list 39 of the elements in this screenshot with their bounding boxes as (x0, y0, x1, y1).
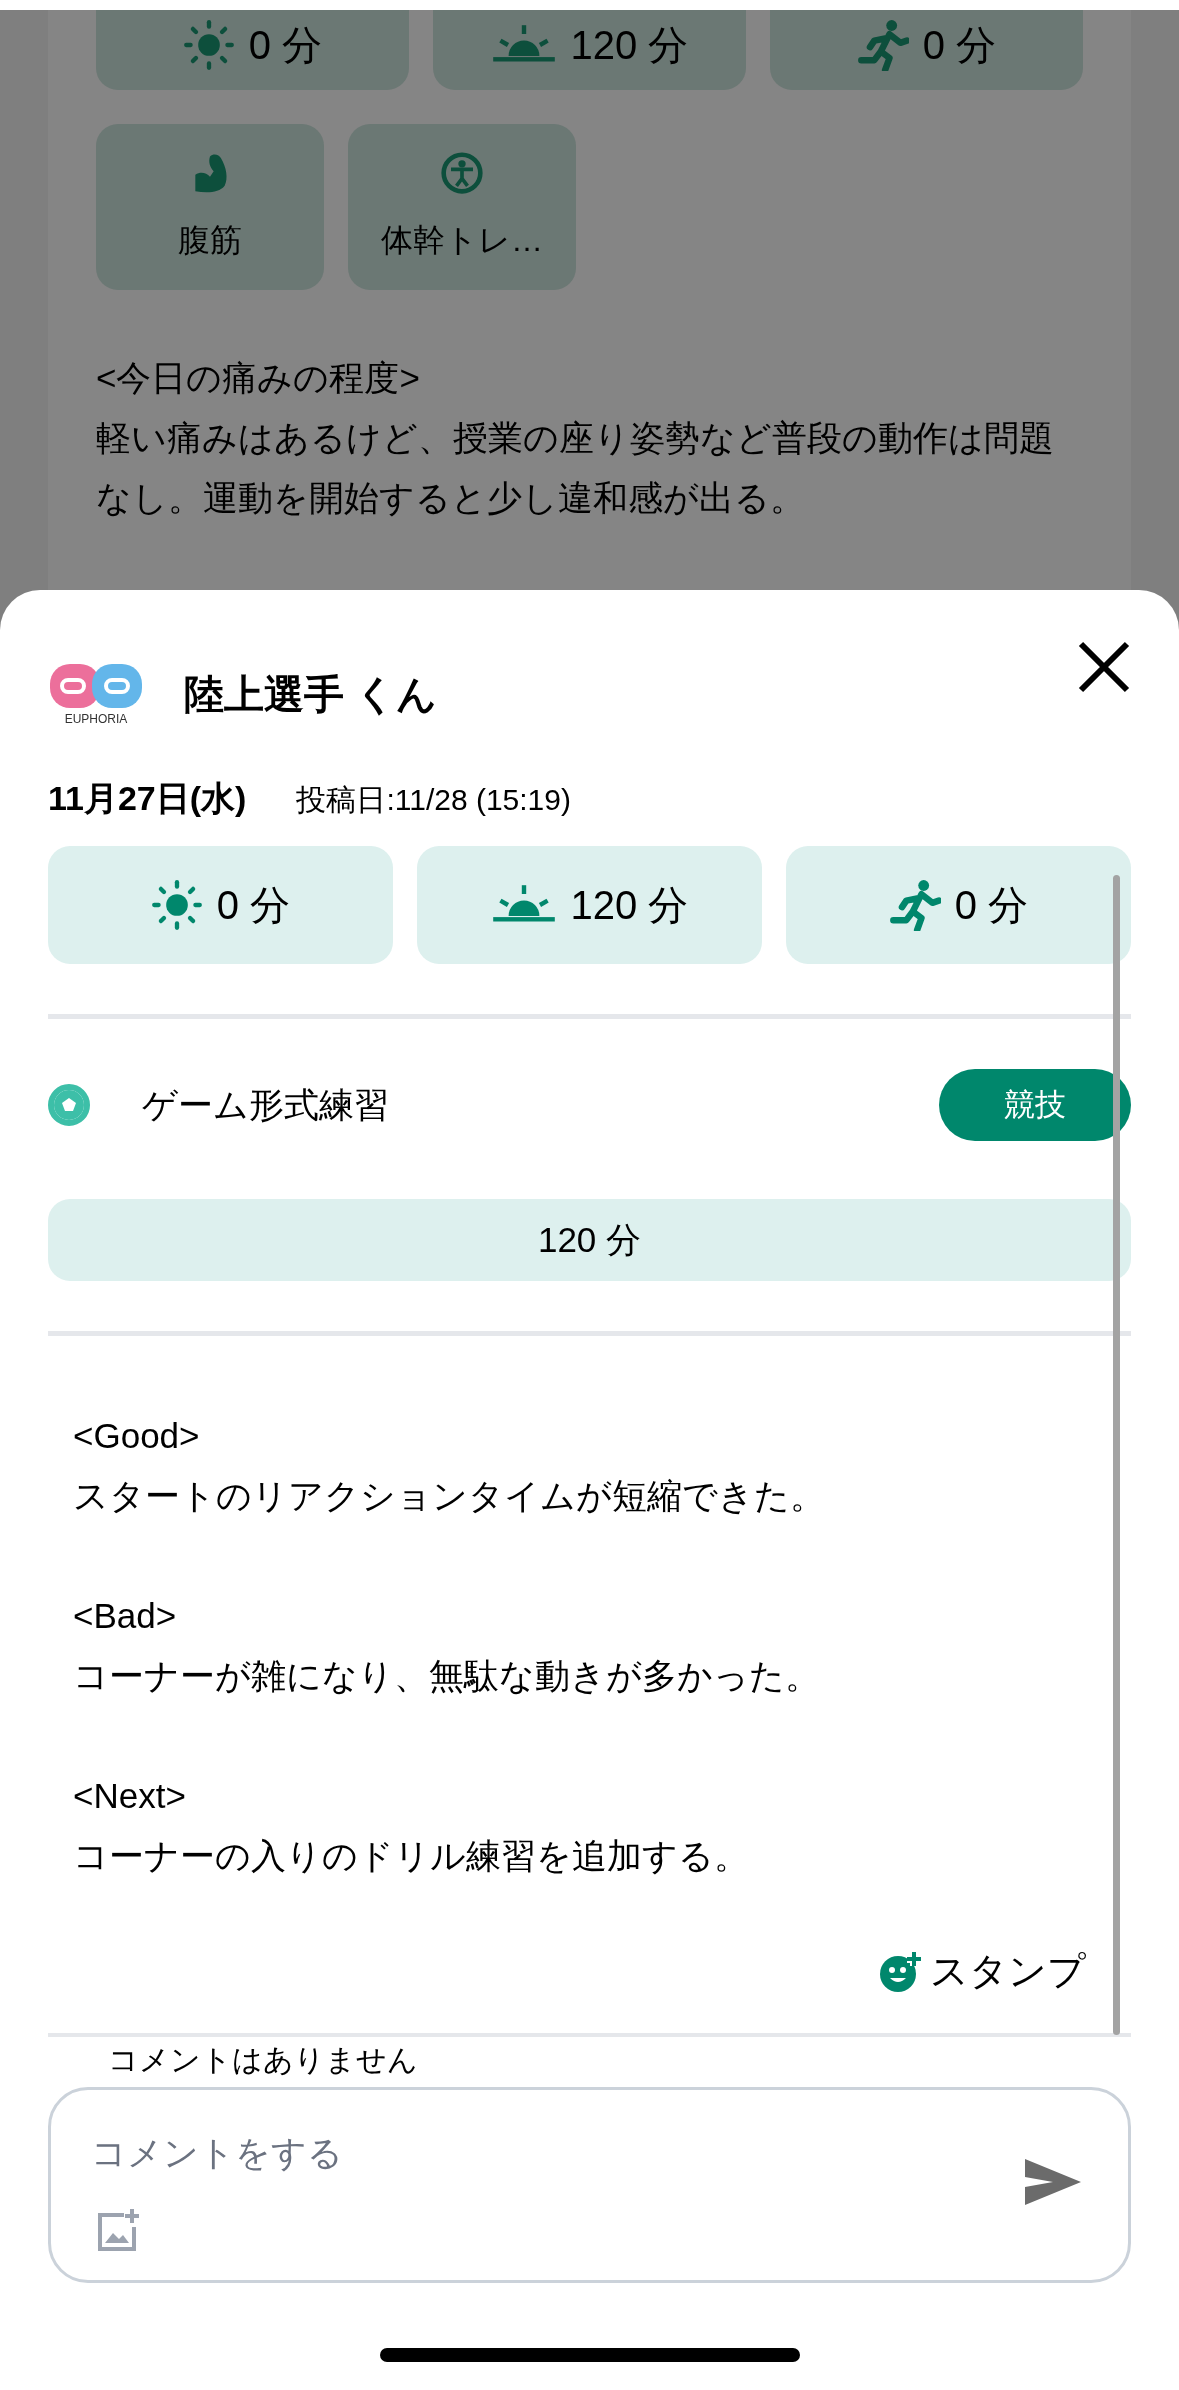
stat-value: 120 分 (570, 21, 689, 69)
user-name: 陸上選手 くん (184, 670, 438, 718)
exercise-label: 体幹トレ… (381, 221, 543, 260)
posted-date: 投稿日:11/28 (15:19) (296, 782, 571, 818)
logo-text: EUPHORIA (64, 712, 128, 726)
exercise-chip[interactable]: 体幹トレ… (348, 124, 576, 290)
smiley-plus-icon (878, 1949, 922, 1994)
comment-field[interactable]: コメントをする (48, 2087, 1131, 2283)
report-heading: <Good> (73, 1415, 201, 1457)
accessibility-icon (440, 151, 484, 195)
sun-icon (182, 19, 235, 71)
runner-icon (856, 19, 909, 71)
stat-value: 0 分 (216, 881, 291, 929)
stat-value: 0 分 (922, 21, 997, 69)
note-heading: <今日の痛みの程度> (96, 357, 421, 399)
report-heading: <Bad> (73, 1595, 178, 1637)
exercise-chip[interactable]: 腹筋 (96, 124, 324, 290)
runner-icon (888, 879, 941, 931)
stamp-button[interactable]: スタンプ (878, 1946, 1086, 1997)
close-icon[interactable] (1077, 640, 1131, 694)
soccer-ball-icon (48, 1084, 90, 1126)
logo-icon (48, 662, 144, 710)
send-icon[interactable] (1023, 2157, 1083, 2207)
report-text: コーナーが雑になり、無駄な動きが多かった。 (73, 1655, 821, 1697)
scrollbar[interactable] (1113, 875, 1120, 2035)
report-text: コーナーの入りのドリル練習を追加する。 (73, 1835, 750, 1877)
exercise-label: 腹筋 (178, 221, 242, 260)
report-heading: <Next> (73, 1775, 187, 1817)
note-text: 軽い痛みはあるけど、授業の座り姿勢など普段の動作は問題なし。運動を開始すると少し違和感が出る。 (96, 417, 1055, 519)
no-comments-text: コメントはありません (108, 2043, 419, 2077)
sun-icon (150, 879, 203, 931)
entry-date: 11月27日(水) (48, 778, 247, 819)
stat-value: 120 分 (570, 881, 689, 929)
category-badge: 競技 (939, 1069, 1131, 1141)
activity-name: ゲーム形式練習 (142, 1083, 390, 1126)
stat-value: 0 分 (954, 881, 1029, 929)
duration-text: 120 分 (537, 1218, 642, 1261)
stat-value: 0 分 (248, 21, 323, 69)
report-text: スタートのリアクションタイムが短縮できた。 (73, 1475, 826, 1517)
